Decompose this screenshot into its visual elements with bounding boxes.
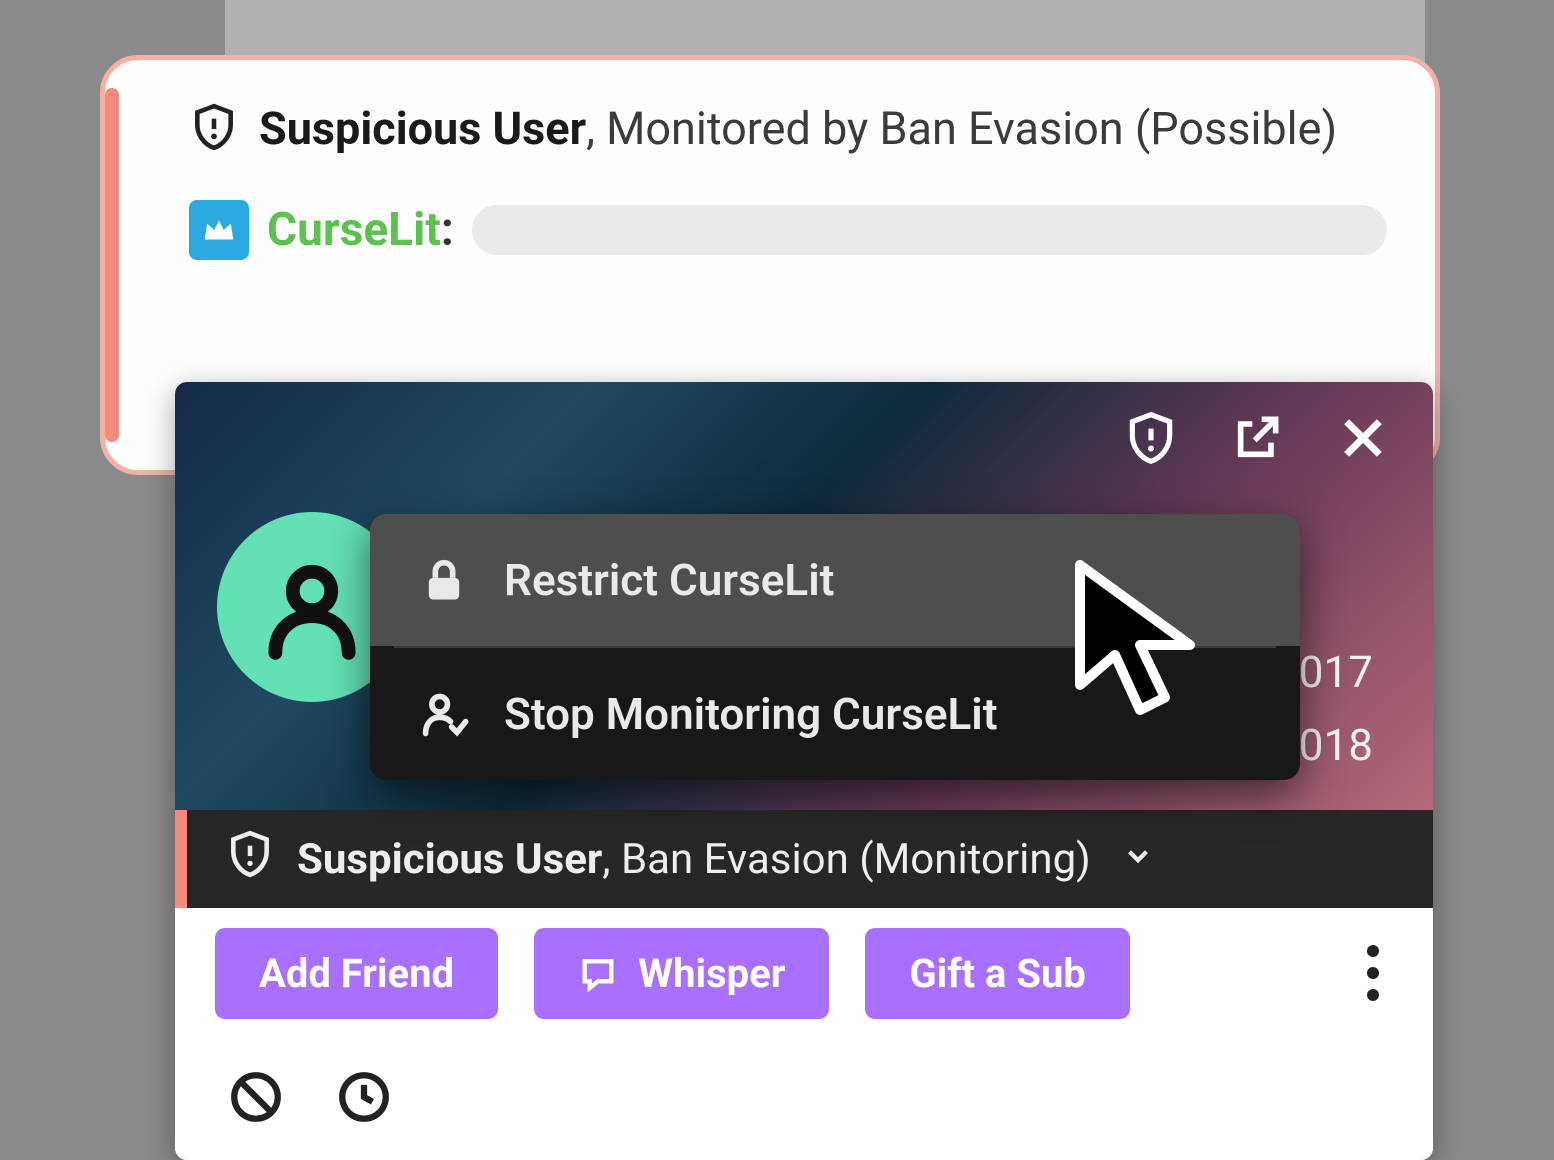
shield-alert-icon[interactable] xyxy=(1123,410,1179,470)
button-label: Add Friend xyxy=(259,950,454,997)
gift-sub-button[interactable]: Gift a Sub xyxy=(865,928,1130,1019)
shield-alert-icon xyxy=(189,102,239,172)
popout-icon[interactable] xyxy=(1229,410,1285,470)
crown-badge-icon xyxy=(189,200,249,260)
chevron-down-icon xyxy=(1121,835,1155,884)
menu-item-label: Restrict CurseLit xyxy=(504,554,834,606)
whisper-button[interactable]: Whisper xyxy=(534,928,829,1019)
add-friend-button[interactable]: Add Friend xyxy=(215,928,498,1019)
chat-message-redacted xyxy=(472,205,1387,255)
moderation-menu: Restrict CurseLit Stop Monitoring CurseL… xyxy=(370,514,1300,780)
button-label: Gift a Sub xyxy=(909,950,1086,997)
chat-icon xyxy=(578,953,618,993)
status-bar[interactable]: Suspicious User, Ban Evasion (Monitoring… xyxy=(175,810,1433,908)
chat-username[interactable]: CurseLit: xyxy=(267,203,454,257)
close-icon[interactable] xyxy=(1335,410,1391,470)
menu-item-label: Stop Monitoring CurseLit xyxy=(504,688,998,740)
suspicious-user-notice: Suspicious User, Monitored by Ban Evasio… xyxy=(161,94,1387,172)
shield-alert-icon xyxy=(225,829,275,890)
action-row: Add Friend Whisper Gift a Sub xyxy=(175,908,1433,1038)
suspicious-notice-text: Suspicious User, Monitored by Ban Evasio… xyxy=(259,94,1337,164)
menu-item-stop-monitoring[interactable]: Stop Monitoring CurseLit xyxy=(370,648,1300,780)
menu-item-restrict[interactable]: Restrict CurseLit xyxy=(370,514,1300,646)
mod-icons-row xyxy=(175,1038,1433,1160)
accent-stripe xyxy=(175,810,187,908)
chat-line: CurseLit: xyxy=(161,200,1387,260)
status-text: Suspicious User, Ban Evasion (Monitoring… xyxy=(297,835,1091,884)
button-label: Whisper xyxy=(638,950,785,997)
accent-stripe xyxy=(105,88,119,442)
user-popout-card: 2017 2018 Restrict CurseLit Stop Monitor… xyxy=(175,382,1433,1160)
more-actions-button[interactable] xyxy=(1353,931,1393,1015)
lock-icon xyxy=(418,554,470,606)
ban-icon[interactable] xyxy=(227,1068,285,1130)
person-check-icon xyxy=(418,688,470,740)
user-banner: 2017 2018 Restrict CurseLit Stop Monitor… xyxy=(175,382,1433,810)
timeout-icon[interactable] xyxy=(335,1068,393,1130)
